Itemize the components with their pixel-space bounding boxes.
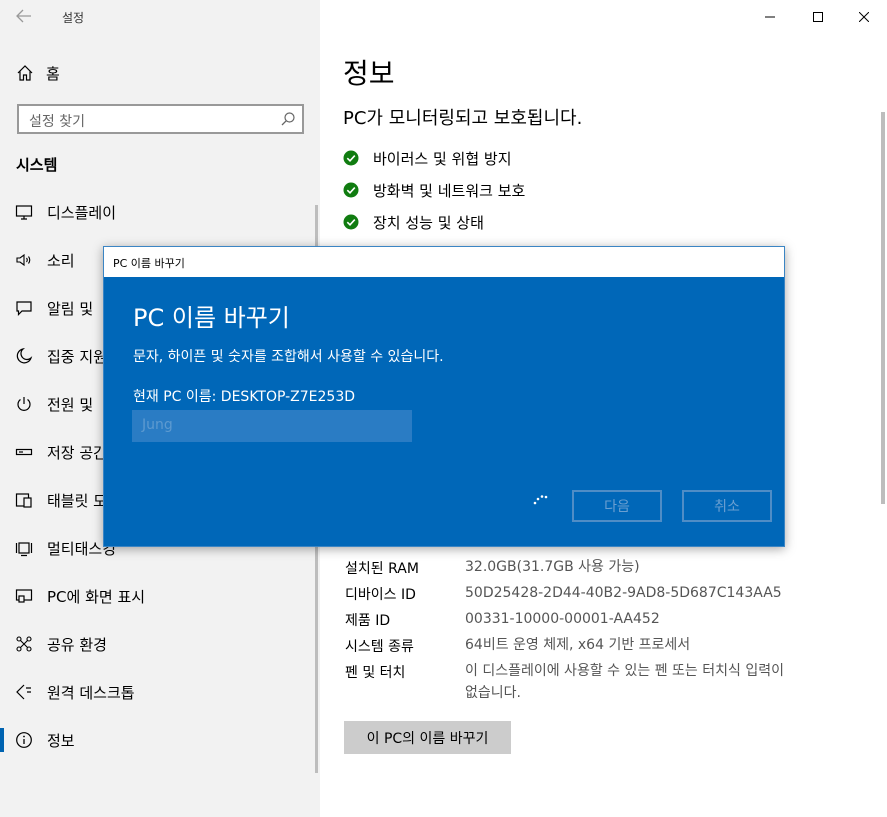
dialog-heading: PC 이름 바꾸기 [133,304,290,332]
main-scrollbar[interactable] [881,112,885,504]
spec-label-ram: 설치된 RAM [345,561,419,577]
speaker-icon [16,253,31,267]
app-title: 설정 [62,11,85,25]
sidebar-item-label: 소리 [47,252,75,270]
remote-desktop-icon [16,684,31,700]
section-header-system: 시스템 [16,156,58,174]
current-pc-name: 현재 PC 이름: DESKTOP-Z7E253D [133,389,356,405]
dialog-window-title: PC 이름 바꾸기 [113,257,185,270]
minimize-button[interactable] [750,4,790,30]
protection-subtitle: PC가 모니터링되고 보호됩니다. [343,108,583,129]
new-pc-name-value: Jung [142,417,173,433]
spec-label-pen-touch: 펜 및 터치 [345,665,406,681]
sidebar-item-label: 전원 및 [47,396,94,414]
back-button[interactable] [10,4,38,28]
power-icon [17,397,31,411]
home-icon [17,65,33,81]
next-button[interactable]: 다음 [572,490,662,522]
check-circle-icon [343,214,359,230]
display-icon [15,205,33,220]
sidebar-item-label: 알림 및 [47,300,94,318]
dialog-description: 문자, 하이픈 및 숫자를 조합해서 사용할 수 있습니다. [133,349,444,365]
rename-pc-dialog: PC 이름 바꾸기 PC 이름 바꾸기 문자, 하이픈 및 숫자를 조합해서 사… [103,246,785,547]
sidebar-item-label: PC에 화면 표시 [47,588,146,606]
maximize-button[interactable] [798,4,838,30]
cancel-button[interactable]: 취소 [682,490,772,522]
storage-icon [15,448,33,456]
back-arrow-icon [16,9,31,23]
spec-value-system-type: 64비트 운영 체제, x64 기반 프로세서 [465,637,691,653]
spec-value-product-id: 00331-10000-00001-AA452 [465,611,660,627]
page-title: 정보 [343,57,395,90]
sidebar-item-label: 저장 공간 [47,444,107,462]
close-button[interactable] [844,4,884,30]
moon-icon [16,347,33,364]
spec-value-ram: 32.0GB(31.7GB 사용 가능) [465,559,640,575]
check-circle-icon [343,150,359,166]
sidebar-item-label: 정보 [47,732,75,750]
title-bar: 설정 [0,0,320,32]
info-icon [16,732,32,748]
rename-pc-button[interactable]: 이 PC의 이름 바꾸기 [344,721,511,754]
settings-search-input[interactable]: 설정 찾기 [17,104,304,134]
nav-home[interactable]: 홈 [0,56,320,90]
spec-label-device-id: 디바이스 ID [345,587,416,603]
spec-value-pen-touch: 이 디스플레이에 사용할 수 있는 펜 또는 터치식 입력이 없습니다. [465,663,784,701]
nav-home-label: 홈 [46,64,60,83]
sidebar-item-project[interactable]: PC에 화면 표시 [0,576,320,616]
sidebar-item-shared-experiences[interactable]: 공유 환경 [0,624,320,664]
search-icon [281,112,295,126]
sidebar-item-display[interactable]: 디스플레이 [0,192,320,232]
new-pc-name-input[interactable]: Jung [132,410,412,442]
multitasking-icon [15,542,33,557]
loading-spinner-icon [533,495,548,505]
maximize-icon [813,12,823,22]
sidebar-item-label: 태블릿 모 [47,492,107,510]
protection-label: 장치 성능 및 상태 [373,214,484,232]
sidebar-item-label: 집중 지원 [47,348,107,366]
spec-label-system-type: 시스템 종류 [345,639,414,655]
sidebar-item-label: 디스플레이 [47,204,117,222]
sidebar-item-label: 원격 데스크톱 [47,684,135,702]
protection-label: 바이러스 및 위협 방지 [373,150,512,168]
share-icon [16,636,32,652]
active-indicator [0,728,4,752]
sidebar-item-label: 공유 환경 [47,636,107,654]
dialog-title-bar: PC 이름 바꾸기 [104,247,784,277]
close-icon [859,12,869,22]
check-circle-icon [343,182,359,198]
tablet-icon [15,493,32,508]
minimize-icon [765,16,775,18]
project-icon [15,589,33,603]
spec-value-device-id: 50D25428-2D44-40B2-9AD8-5D687C143AA5 [465,585,782,601]
notification-icon [16,301,32,316]
protection-label: 방화벽 및 네트워크 보호 [373,182,526,200]
spec-label-product-id: 제품 ID [345,613,391,629]
sidebar-item-remote-desktop[interactable]: 원격 데스크톱 [0,672,320,712]
search-placeholder: 설정 찾기 [29,114,85,130]
sidebar-item-about[interactable]: 정보 [0,720,320,760]
